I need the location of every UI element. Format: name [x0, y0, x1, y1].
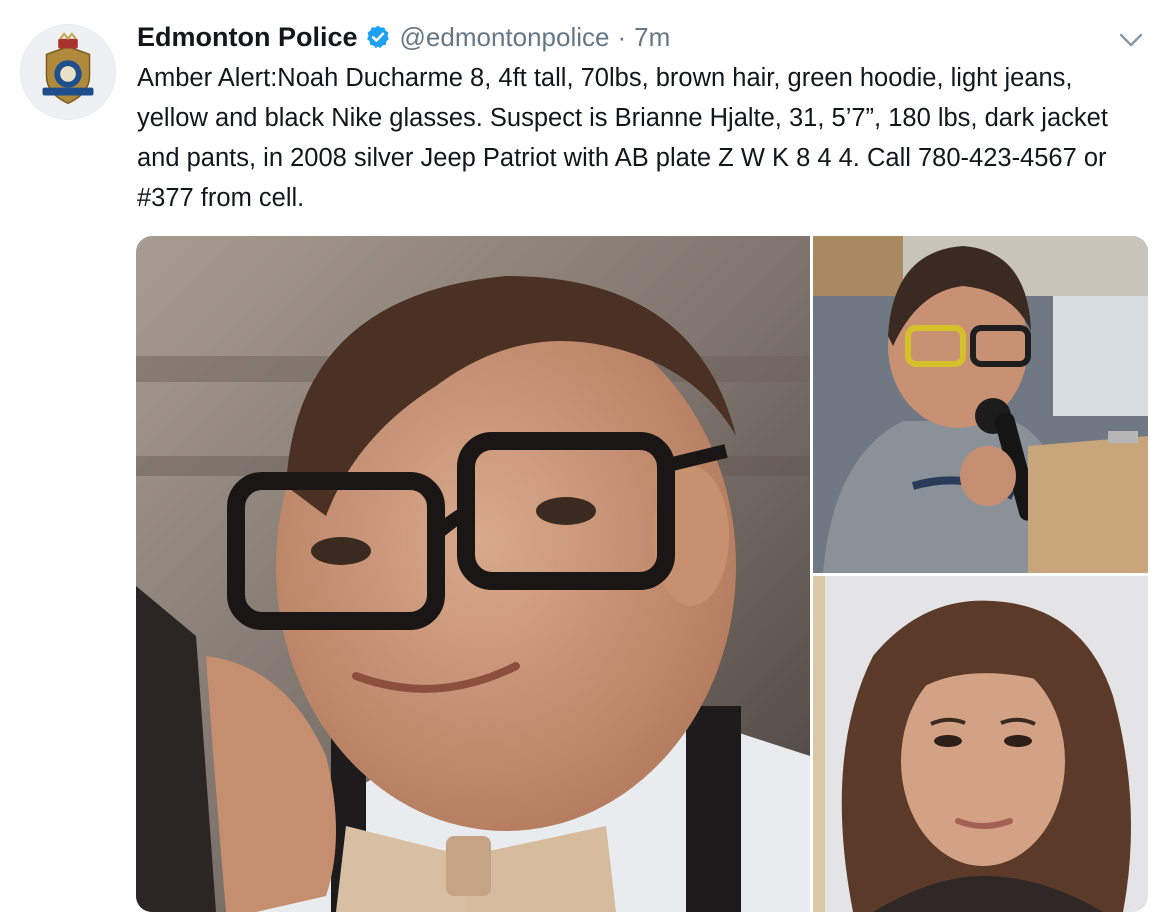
police-crest-icon: [21, 25, 115, 119]
tweet-timestamp[interactable]: 7m: [634, 22, 670, 53]
chevron-down-icon[interactable]: [1116, 28, 1146, 52]
tweet: Edmonton Police @edmontonpolice · 7m Amb…: [0, 0, 1166, 918]
photo-boy-bowtie[interactable]: [136, 236, 810, 912]
profile-avatar[interactable]: [20, 24, 116, 120]
tweet-media-grid: [136, 236, 1148, 912]
photo-woman-headshot[interactable]: [813, 576, 1148, 912]
tweet-header: Edmonton Police @edmontonpolice · 7m: [137, 20, 670, 54]
separator-dot: ·: [617, 21, 627, 52]
photo-boy-microphone[interactable]: [813, 236, 1148, 573]
tweet-text: Amber Alert:Noah Ducharme 8, 4ft tall, 7…: [137, 64, 1108, 212]
author-name[interactable]: Edmonton Police: [137, 22, 358, 53]
author-handle[interactable]: @edmontonpolice: [400, 22, 610, 53]
verified-badge-icon: [365, 24, 391, 50]
